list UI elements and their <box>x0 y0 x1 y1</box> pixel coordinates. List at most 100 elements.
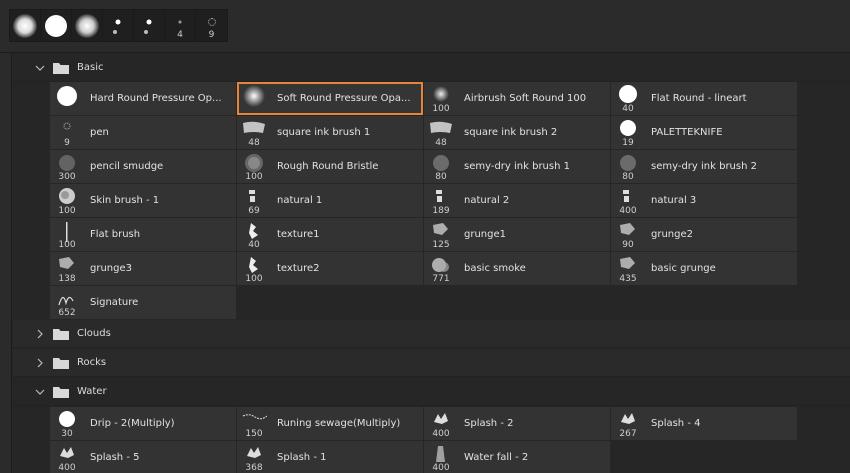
brush-name: Flat brush <box>90 229 141 240</box>
brush-size: 40 <box>622 104 634 114</box>
brush-item[interactable]: Hard Round Pressure Op... <box>50 82 236 115</box>
brush-list-panel[interactable]: Basic Hard Round Pressure Op... Soft Roun… <box>0 52 850 473</box>
brush-item[interactable]: 100 Rough Round Bristle <box>237 150 423 183</box>
brush-item[interactable]: 90 grunge2 <box>611 218 797 251</box>
chevron-right-icon[interactable] <box>35 358 45 368</box>
recent-brush-5[interactable] <box>134 10 165 41</box>
brush-size: 400 <box>58 463 76 473</box>
recent-brush-6[interactable]: 4 <box>165 10 196 41</box>
hard-round-icon <box>54 85 80 107</box>
brush-item[interactable]: 652 Signature <box>50 286 236 319</box>
brush-item[interactable]: 9 pen <box>50 116 236 149</box>
brush-name: Hard Round Pressure Op... <box>90 93 222 104</box>
brush-item[interactable]: 48 square ink brush 1 <box>237 116 423 149</box>
brush-name: texture2 <box>277 263 320 274</box>
folder-icon <box>53 62 69 74</box>
group-header-rocks[interactable]: Rocks <box>13 349 850 377</box>
folder-icon <box>53 357 69 369</box>
brush-item[interactable]: 400 natural 3 <box>611 184 797 217</box>
chevron-down-icon[interactable] <box>35 63 45 73</box>
group-header-clouds[interactable]: Clouds <box>13 320 850 348</box>
small-dot-icon <box>113 29 117 34</box>
small-dot-icon <box>144 29 148 34</box>
folder-icon <box>53 386 69 398</box>
brush-item[interactable]: 125 grunge1 <box>424 218 610 251</box>
recent-brush-7[interactable]: 9 <box>196 10 227 41</box>
chevron-right-icon[interactable] <box>35 329 45 339</box>
group-name: Water <box>77 386 107 397</box>
brush-item[interactable]: 400 Splash - 2 <box>424 407 610 440</box>
brush-item[interactable]: 771 basic smoke <box>424 252 610 285</box>
brush-size: 300 <box>58 172 76 182</box>
brush-size: 400 <box>432 429 450 439</box>
brush-item[interactable]: 100 Airbrush Soft Round 100 <box>424 82 610 115</box>
brush-size: 80 <box>435 172 447 182</box>
brush-item[interactable]: Soft Round Pressure Opa... <box>237 82 423 115</box>
brush-item[interactable]: 100 Flat brush <box>50 218 236 251</box>
brush-presets-bar: 4 9 <box>0 0 850 52</box>
brush-size: 69 <box>248 206 260 216</box>
brush-size: 90 <box>622 240 634 250</box>
brush-item[interactable]: 138 grunge3 <box>50 252 236 285</box>
brush-name: pencil smudge <box>90 161 164 172</box>
brush-item[interactable]: 100 Skin brush - 1 <box>50 184 236 217</box>
brush-size: 48 <box>435 138 447 148</box>
soft-brush-icon <box>75 13 99 38</box>
group-header-water[interactable]: Water <box>13 378 850 406</box>
brush-item[interactable]: 40 texture1 <box>237 218 423 251</box>
brush-name: square ink brush 2 <box>464 127 558 138</box>
brush-name: Skin brush - 1 <box>90 195 160 206</box>
brush-item[interactable]: 40 Flat Round - lineart <box>611 82 797 115</box>
brush-item[interactable]: 435 basic grunge <box>611 252 797 285</box>
recent-brush-2[interactable] <box>41 10 72 41</box>
brush-item[interactable]: 189 natural 2 <box>424 184 610 217</box>
small-dot-icon <box>146 19 152 25</box>
brush-name: Water fall - 2 <box>464 452 529 463</box>
brush-size: 80 <box>622 172 634 182</box>
brush-size: 19 <box>622 138 634 148</box>
group-name: Basic <box>77 62 104 73</box>
brush-name: Splash - 5 <box>90 452 140 463</box>
brush-item[interactable]: 400 Water fall - 2 <box>424 441 610 473</box>
brush-item[interactable]: 100 texture2 <box>237 252 423 285</box>
brush-item[interactable]: 48 square ink brush 2 <box>424 116 610 149</box>
brush-size: 4 <box>177 30 183 40</box>
chevron-down-icon[interactable] <box>35 387 45 397</box>
brush-size: 100 <box>58 240 76 250</box>
brush-name: semy-dry ink brush 2 <box>651 161 757 172</box>
group-name: Rocks <box>77 357 107 368</box>
empty-slot <box>237 286 423 319</box>
brush-name: Splash - 1 <box>277 452 327 463</box>
brush-item[interactable]: 80 semy-dry ink brush 2 <box>611 150 797 183</box>
brush-item[interactable]: 400 Splash - 5 <box>50 441 236 473</box>
brush-item[interactable]: 30 Drip - 2(Multiply) <box>50 407 236 440</box>
hard-brush-icon <box>45 14 67 37</box>
brush-item[interactable]: 267 Splash - 4 <box>611 407 797 440</box>
brush-name: natural 1 <box>277 195 323 206</box>
recent-brushes-row: 4 9 <box>9 9 228 42</box>
brush-item[interactable]: 69 natural 1 <box>237 184 423 217</box>
brush-size: 400 <box>432 463 450 473</box>
brush-name: texture1 <box>277 229 320 240</box>
brush-size: 48 <box>248 138 260 148</box>
soft-brush-icon <box>13 13 37 38</box>
brush-item[interactable]: 80 semy-dry ink brush 1 <box>424 150 610 183</box>
brush-size: 100 <box>245 172 263 182</box>
group-header-basic[interactable]: Basic <box>13 54 850 82</box>
brush-item[interactable]: 368 Splash - 1 <box>237 441 423 473</box>
empty-slot <box>611 286 797 319</box>
brush-item[interactable]: 300 pencil smudge <box>50 150 236 183</box>
brush-name: Splash - 2 <box>464 418 514 429</box>
brush-size: 150 <box>245 429 263 439</box>
brush-name: basic smoke <box>464 263 526 274</box>
brush-size: 435 <box>619 274 637 284</box>
group-name: Clouds <box>77 328 111 339</box>
speckle-icon <box>207 17 216 26</box>
recent-brush-3[interactable] <box>72 10 103 41</box>
recent-brush-4[interactable] <box>103 10 134 41</box>
brush-name: natural 2 <box>464 195 510 206</box>
brush-item[interactable]: 19 PALETTEKNIFE <box>611 116 797 149</box>
brush-item[interactable]: 150 Runing sewage(Multiply) <box>237 407 423 440</box>
recent-brush-1[interactable] <box>10 10 41 41</box>
brush-size: 100 <box>245 274 263 284</box>
